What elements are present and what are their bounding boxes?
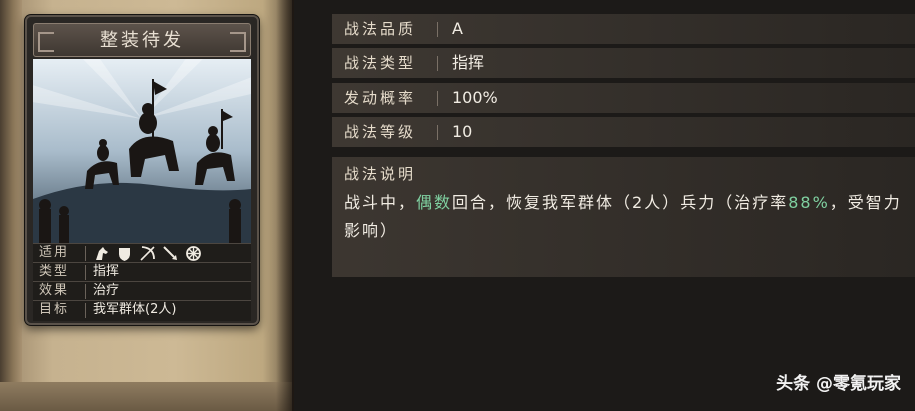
info-separator xyxy=(85,284,86,299)
description-part: 回合，恢复我军群体（2人）兵力（治疗率 xyxy=(452,193,789,212)
shield-icon xyxy=(116,245,133,262)
stat-row-type: 战法类型 指挥 xyxy=(332,48,915,78)
description-text: 战斗中，偶数回合，恢复我军群体（2人）兵力（治疗率88%，受智力影响） xyxy=(344,189,904,245)
applicable-label: 适用 xyxy=(39,245,70,260)
description-heading: 战法说明 xyxy=(344,165,417,183)
scroll-edge xyxy=(0,0,22,411)
stat-value: 指挥 xyxy=(452,53,485,72)
description-highlight: 偶数 xyxy=(416,193,453,212)
target-label: 目标 xyxy=(39,302,70,317)
info-separator xyxy=(85,246,86,261)
skill-card[interactable]: 整装待发 适用 类型 指挥 效果 治疗 目标 我军群体(2人) xyxy=(25,15,259,325)
wheel-icon xyxy=(185,245,202,262)
effect-value: 治疗 xyxy=(93,283,120,298)
card-artwork xyxy=(33,59,251,243)
stat-value: 10 xyxy=(452,122,473,141)
stat-divider xyxy=(437,22,438,37)
skill-description: 战法说明 战斗中，偶数回合，恢复我军群体（2人）兵力（治疗率88%，受智力影响） xyxy=(332,157,915,277)
effect-label: 效果 xyxy=(39,283,70,298)
card-title: 整装待发 xyxy=(100,30,184,51)
watermark: 头条 @零氪玩家 xyxy=(776,374,901,394)
stat-label: 发动概率 xyxy=(344,89,417,107)
scroll-bottom xyxy=(0,382,292,411)
stat-value: A xyxy=(452,19,463,38)
description-part: 战斗中， xyxy=(344,193,417,212)
card-title-bar: 整装待发 xyxy=(33,23,251,57)
info-row-type: 类型 指挥 xyxy=(33,262,251,281)
stat-row-level: 战法等级 10 xyxy=(332,117,915,147)
info-separator xyxy=(85,265,86,280)
spear-icon xyxy=(162,245,179,262)
stat-divider xyxy=(437,125,438,140)
info-row-effect: 效果 治疗 xyxy=(33,281,251,300)
stat-label: 战法等级 xyxy=(344,123,417,141)
bow-icon xyxy=(139,245,156,262)
stat-row-quality: 战法品质 A xyxy=(332,14,915,44)
cavalry-icon xyxy=(93,245,110,262)
stat-row-probability: 发动概率 100% xyxy=(332,83,915,113)
info-row-target: 目标 我军群体(2人) xyxy=(33,300,251,319)
stat-label: 战法品质 xyxy=(344,20,417,38)
type-value: 指挥 xyxy=(93,264,120,279)
stat-label: 战法类型 xyxy=(344,54,417,72)
card-info-table: 适用 类型 指挥 效果 治疗 目标 我军群体(2人) xyxy=(33,243,251,321)
target-value: 我军群体(2人) xyxy=(93,302,177,317)
stat-value: 100% xyxy=(452,88,498,107)
troop-icons xyxy=(93,245,202,262)
description-highlight: 88% xyxy=(788,193,830,212)
type-label: 类型 xyxy=(39,264,70,279)
info-row-applicable: 适用 xyxy=(33,243,251,262)
info-separator xyxy=(85,303,86,318)
stat-divider xyxy=(437,91,438,106)
stat-divider xyxy=(437,56,438,71)
scroll-shade xyxy=(276,0,294,411)
